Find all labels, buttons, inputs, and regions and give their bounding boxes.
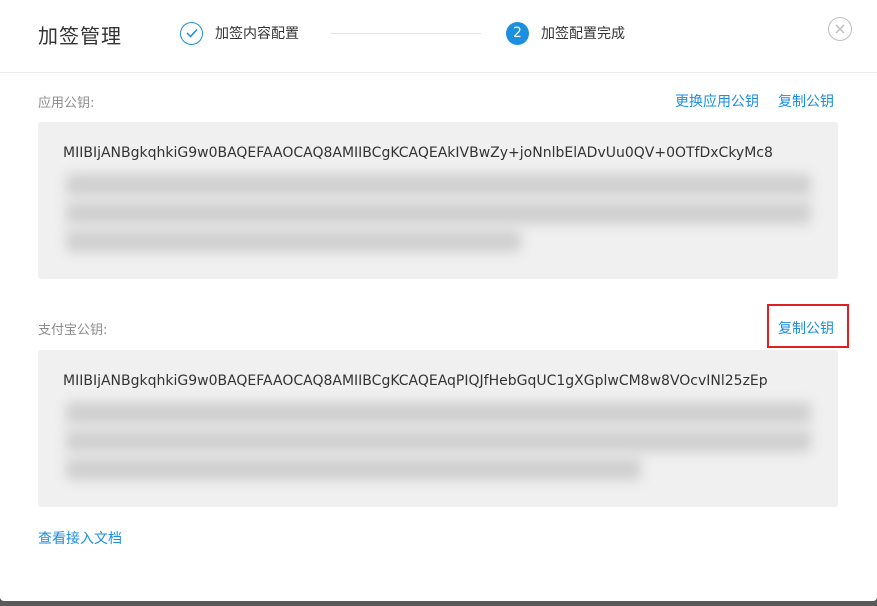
highlight-box bbox=[767, 304, 849, 348]
check-icon bbox=[180, 21, 203, 45]
step-number: 2 bbox=[506, 21, 529, 45]
redacted-key-line bbox=[66, 202, 811, 224]
step-connector bbox=[331, 33, 481, 34]
app-public-key-box: MIIBIjANBgkqhkiG9w0BAQEFAAOCAQ8AMIIBCgKC… bbox=[38, 122, 838, 279]
redacted-key-line bbox=[66, 174, 811, 196]
alipay-public-key-label: 支付宝公钥: bbox=[38, 323, 108, 338]
redacted-key-line bbox=[66, 230, 521, 252]
close-icon[interactable] bbox=[828, 17, 852, 41]
step-label: 加签配置完成 bbox=[541, 26, 625, 42]
app-public-key-text: MIIBIjANBgkqhkiG9w0BAQEFAAOCAQ8AMIIBCgKC… bbox=[63, 145, 773, 161]
redacted-key-line bbox=[66, 458, 641, 480]
dialog-title: 加签管理 bbox=[38, 24, 122, 48]
copy-app-key-link[interactable]: 复制公钥 bbox=[778, 91, 834, 111]
step-content-config: 加签内容配置 bbox=[180, 20, 299, 46]
view-docs-link[interactable]: 查看接入文档 bbox=[38, 528, 122, 548]
app-public-key-label: 应用公钥: bbox=[38, 96, 95, 111]
replace-app-key-link[interactable]: 更换应用公钥 bbox=[675, 91, 759, 111]
step-config-complete: 2 加签配置完成 bbox=[506, 20, 625, 46]
alipay-public-key-text: MIIBIjANBgkqhkiG9w0BAQEFAAOCAQ8AMIIBCgKC… bbox=[63, 373, 768, 389]
redacted-key-line bbox=[66, 402, 811, 424]
sign-management-dialog: 加签管理 加签内容配置 2 加签配置完成 应用公钥: 更换应用公钥 复制公钥 M… bbox=[0, 0, 877, 601]
dialog-header: 加签管理 加签内容配置 2 加签配置完成 bbox=[0, 0, 877, 73]
step-label: 加签内容配置 bbox=[215, 26, 299, 42]
alipay-public-key-box: MIIBIjANBgkqhkiG9w0BAQEFAAOCAQ8AMIIBCgKC… bbox=[38, 350, 838, 507]
redacted-key-line bbox=[66, 430, 811, 452]
